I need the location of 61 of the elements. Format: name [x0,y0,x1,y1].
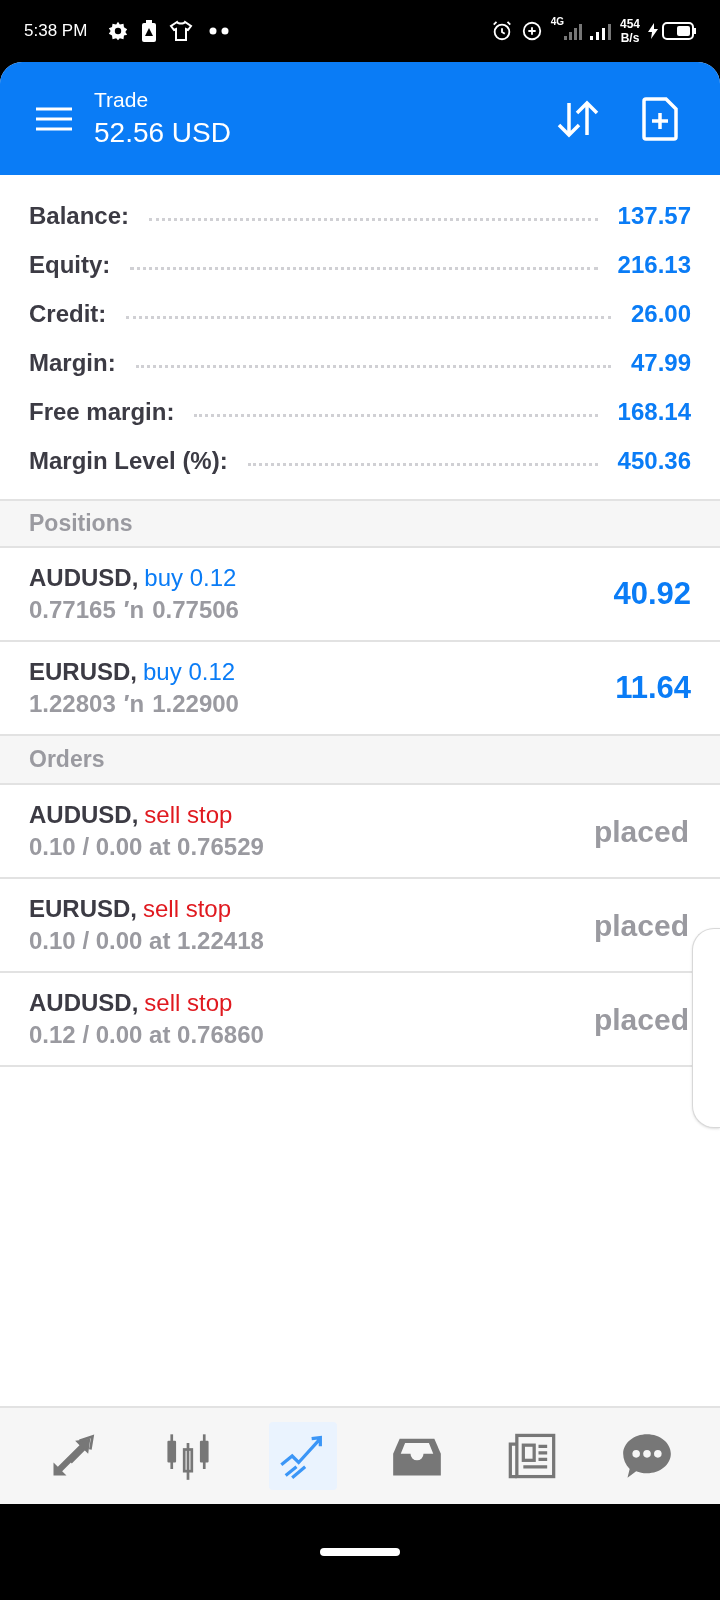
signal-icon [589,22,612,40]
edge-panel-handle[interactable] [692,928,720,1128]
order-state: placed [593,1001,689,1038]
account-label: Margin Level (%): [29,445,228,476]
header-amount: 52.56 USD [94,115,231,150]
order-type: sell stop [143,894,232,924]
account-label: Margin: [29,347,116,378]
account-label: Equity: [29,249,111,280]
position-row[interactable]: AUDUSD, buy 0.12 0.77165 ′n 0.77506 40.92 [0,548,720,642]
symbol: AUDUSD, [29,800,139,830]
battery-warning-icon [141,20,158,42]
settings-icon [107,20,130,42]
section-title: Orders [29,745,105,775]
battery-icon [662,22,696,40]
section-title: Positions [29,509,133,539]
account-value: 216.13 [617,249,691,280]
signal-icon [563,22,582,40]
header-title: Trade [94,86,150,113]
account-label: Credit: [29,298,107,329]
order-state: placed [593,907,689,944]
network-type: 4G [550,15,564,29]
order-state: placed [593,813,689,850]
document-plus-icon [642,96,678,141]
shirt-icon [169,20,194,42]
symbol: EURUSD, [29,657,137,687]
account-label: Balance: [29,200,130,231]
order-type: sell stop [144,988,233,1018]
plus-circle-icon [520,20,543,42]
order-detail: 0.12 / 0.00 at 0.76860 [29,1020,265,1050]
current-price: 0.77506 [152,595,239,625]
sort-arrows-icon [555,98,601,139]
charging-icon [648,23,658,39]
current-price: 1.22900 [152,689,239,719]
account-value: 26.00 [630,298,691,329]
symbol: AUDUSD, [29,563,139,593]
account-value: 47.99 [630,347,691,378]
trade-type: buy 0.12 [144,563,237,593]
price-arrow: ′n [123,689,145,719]
status-time: 5:38 PM [24,20,88,43]
network-speed: 454 [619,17,640,31]
account-value: 137.57 [617,200,691,231]
order-row[interactable]: EURUSD, sell stop 0.10 / 0.00 at 1.22418 placed [0,879,690,971]
trade-type: buy 0.12 [143,657,236,687]
symbol: AUDUSD, [29,988,139,1018]
account-value: 450.36 [617,445,691,476]
order-row[interactable]: AUDUSD, sell stop 0.10 / 0.00 at 0.76529 placed [0,785,690,877]
symbol: EURUSD, [29,894,137,924]
open-price: 0.77165 [29,595,116,625]
order-detail: 0.10 / 0.00 at 1.22418 [29,926,265,956]
network-speed-unit: B/s [620,31,640,45]
open-price: 1.22803 [29,689,116,719]
profit-value: 11.64 [615,668,691,707]
order-row[interactable]: AUDUSD, sell stop 0.12 / 0.00 at 0.76860 placed [0,973,690,1065]
order-detail: 0.10 / 0.00 at 0.76529 [29,832,265,862]
account-value: 168.14 [617,396,691,427]
price-arrow: ′n [123,595,145,625]
nav-tab[interactable] [268,1422,337,1490]
order-type: sell stop [144,800,233,830]
profit-value: 40.92 [613,574,691,613]
menu-icon [36,106,72,131]
account-label: Free margin: [29,396,175,427]
